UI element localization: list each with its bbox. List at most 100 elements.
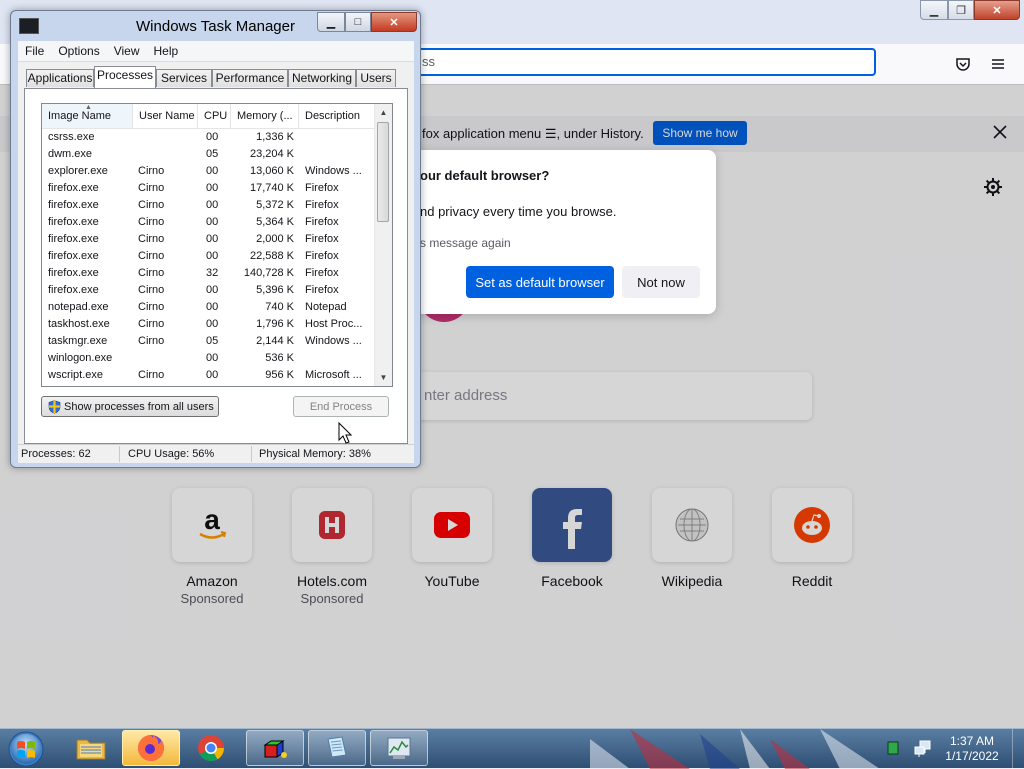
battery-icon[interactable] xyxy=(887,741,899,755)
shortcut-hotels[interactable]: Hotels.com Sponsored xyxy=(272,488,392,606)
process-row[interactable]: winlogon.exe 00 536 K xyxy=(42,351,375,368)
tab-services[interactable]: Services xyxy=(156,69,212,87)
firefox-window-controls: ▁ ❐ ✕ xyxy=(920,0,1020,20)
address-search-box[interactable]: nter address xyxy=(408,372,812,420)
set-default-browser-button[interactable]: Set as default browser xyxy=(466,266,614,298)
process-description: Firefox xyxy=(305,182,339,194)
process-description: Host Proc... xyxy=(305,318,363,330)
process-description: Firefox xyxy=(305,199,339,211)
tab-networking[interactable]: Networking xyxy=(288,69,356,87)
scroll-up-arrow-icon[interactable]: ▲ xyxy=(375,104,392,121)
process-list-scrollbar[interactable]: ▲ ▼ xyxy=(374,104,392,386)
firefox-close-button[interactable]: ✕ xyxy=(974,0,1020,20)
network-icon[interactable] xyxy=(914,740,932,758)
not-now-button[interactable]: Not now xyxy=(622,266,700,298)
process-name: winlogon.exe xyxy=(48,352,113,364)
process-row[interactable]: firefox.exe Cirno 00 22,588 K Firefox xyxy=(42,249,375,266)
process-row[interactable]: firefox.exe Cirno 00 5,372 K Firefox xyxy=(42,198,375,215)
process-memory: 1,336 K xyxy=(256,131,294,143)
notification-text: fox application menu ☰, under History. xyxy=(422,126,644,141)
column-image-name[interactable]: ▲ Image Name xyxy=(42,104,133,128)
process-name: firefox.exe xyxy=(48,284,99,296)
gear-icon[interactable] xyxy=(983,177,1003,197)
taskbar-firefox-button[interactable] xyxy=(122,730,180,766)
column-cpu[interactable]: CPU xyxy=(198,104,231,128)
firefox-maximize-button[interactable]: ❐ xyxy=(948,0,974,20)
show-desktop-button[interactable] xyxy=(1012,729,1024,769)
shortcut-reddit[interactable]: Reddit xyxy=(752,488,872,589)
process-list-header: ▲ Image Name User Name CPU Memory (... D… xyxy=(42,104,375,129)
shortcut-label: Wikipedia xyxy=(661,573,723,589)
taskbar-task-manager-button[interactable] xyxy=(370,730,428,766)
taskbar-notepad-button[interactable] xyxy=(308,730,366,766)
taskbar-explorer-button[interactable] xyxy=(62,730,120,766)
process-cpu: 00 xyxy=(206,165,219,177)
close-button[interactable]: ✕ xyxy=(371,12,417,32)
scroll-thumb[interactable] xyxy=(377,122,389,222)
process-name: firefox.exe xyxy=(48,233,99,245)
process-user: Cirno xyxy=(138,267,165,279)
task-manager-title-bar[interactable]: Windows Task Manager ▁ □ ✕ xyxy=(11,11,420,41)
process-row[interactable]: firefox.exe Cirno 00 2,000 K Firefox xyxy=(42,232,375,249)
taskbar-chrome-button[interactable] xyxy=(182,730,240,766)
end-process-button[interactable]: End Process xyxy=(293,396,389,417)
scroll-down-arrow-icon[interactable]: ▼ xyxy=(375,369,392,386)
shortcut-wikipedia[interactable]: Wikipedia xyxy=(632,488,752,589)
task-manager-client: File Options View Help Applications Proc… xyxy=(18,41,414,463)
column-user-name[interactable]: User Name xyxy=(133,104,198,128)
maximize-button[interactable]: □ xyxy=(345,12,371,32)
process-row[interactable]: notepad.exe Cirno 00 740 K Notepad xyxy=(42,300,375,317)
dont-show-again-checkbox[interactable]: s message again xyxy=(420,236,511,250)
process-user: Cirno xyxy=(138,318,165,330)
process-name: firefox.exe xyxy=(48,267,99,279)
process-name: taskmgr.exe xyxy=(48,335,108,347)
dialog-title: our default browser? xyxy=(420,168,550,183)
process-row[interactable]: dwm.exe 05 23,204 K xyxy=(42,147,375,164)
process-user: Cirno xyxy=(138,216,165,228)
url-bar[interactable]: ss xyxy=(380,48,876,76)
process-user: Cirno xyxy=(138,250,165,262)
tab-processes[interactable]: Processes xyxy=(94,66,156,88)
column-description[interactable]: Description xyxy=(299,104,375,128)
menu-view[interactable]: View xyxy=(107,41,147,61)
process-list[interactable]: ▲ Image Name User Name CPU Memory (... D… xyxy=(41,103,393,387)
process-cpu: 00 xyxy=(206,199,219,211)
process-row[interactable]: explorer.exe Cirno 00 13,060 K Windows ... xyxy=(42,164,375,181)
column-memory[interactable]: Memory (... xyxy=(231,104,299,128)
process-description: Firefox xyxy=(305,267,339,279)
pocket-icon[interactable] xyxy=(955,56,971,72)
process-row[interactable]: firefox.exe Cirno 00 17,740 K Firefox xyxy=(42,181,375,198)
process-row[interactable]: firefox.exe Cirno 00 5,396 K Firefox xyxy=(42,283,375,300)
show-all-processes-button[interactable]: Show processes from all users xyxy=(41,396,219,417)
show-me-how-button[interactable]: Show me how xyxy=(653,121,747,145)
process-cpu: 00 xyxy=(206,131,219,143)
tab-applications[interactable]: Applications xyxy=(26,69,94,87)
close-icon[interactable] xyxy=(990,122,1010,142)
process-description: Firefox xyxy=(305,233,339,245)
taskbar-clock[interactable]: 1:37 AM 1/17/2022 xyxy=(940,734,1004,764)
shortcut-facebook[interactable]: Facebook xyxy=(512,488,632,589)
shortcut-label: Amazon xyxy=(186,573,238,589)
start-orb-icon[interactable] xyxy=(4,730,48,768)
process-memory: 536 K xyxy=(265,352,294,364)
folder-icon xyxy=(76,739,106,760)
taskbar-cube-app-button[interactable] xyxy=(246,730,304,766)
tab-users[interactable]: Users xyxy=(356,69,396,87)
process-row[interactable]: firefox.exe Cirno 32 140,728 K Firefox xyxy=(42,266,375,283)
firefox-minimize-button[interactable]: ▁ xyxy=(920,0,948,20)
process-row[interactable]: firefox.exe Cirno 00 5,364 K Firefox xyxy=(42,215,375,232)
status-bar: Processes: 62 CPU Usage: 56% Physical Me… xyxy=(18,444,414,463)
process-row[interactable]: wscript.exe Cirno 00 956 K Microsoft ... xyxy=(42,368,375,385)
process-row[interactable]: taskmgr.exe Cirno 05 2,144 K Windows ... xyxy=(42,334,375,351)
tab-performance[interactable]: Performance xyxy=(212,69,288,87)
minimize-button[interactable]: ▁ xyxy=(317,12,345,32)
menu-file[interactable]: File xyxy=(18,41,51,61)
shortcut-amazon[interactable]: a Amazon Sponsored xyxy=(152,488,272,606)
menu-options[interactable]: Options xyxy=(51,41,106,61)
process-row[interactable]: csrss.exe 00 1,336 K xyxy=(42,130,375,147)
process-row[interactable]: taskhost.exe Cirno 00 1,796 K Host Proc... xyxy=(42,317,375,334)
window-controls: ▁ □ ✕ xyxy=(317,12,417,32)
menu-help[interactable]: Help xyxy=(147,41,186,61)
hamburger-menu-icon[interactable] xyxy=(990,56,1006,72)
shortcut-youtube[interactable]: YouTube xyxy=(392,488,512,589)
